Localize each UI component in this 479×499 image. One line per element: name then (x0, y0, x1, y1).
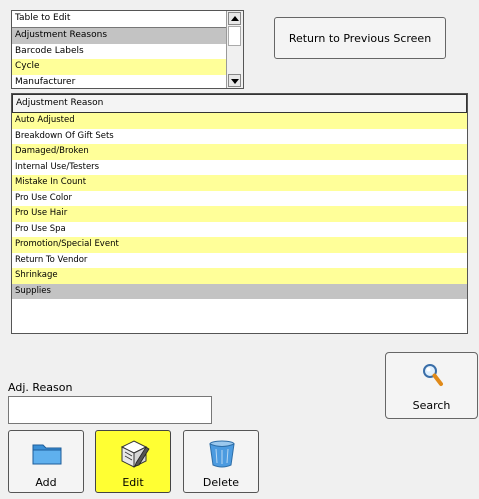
reason-list-header: Adjustment Reason (12, 94, 467, 113)
delete-button-label: Delete (202, 476, 240, 489)
scroll-down-button[interactable] (228, 74, 241, 87)
search-button-label: Search (412, 399, 451, 412)
table-list-header: Table to Edit (12, 11, 243, 28)
table-list-item[interactable]: Manufacturer (12, 74, 231, 88)
add-button-label: Add (35, 476, 57, 489)
scroll-up-button[interactable] (228, 12, 241, 25)
reason-list-item[interactable]: Pro Use Spa (12, 221, 467, 237)
recycle-bin-icon (209, 440, 235, 468)
reason-list-item[interactable]: Mistake In Count (12, 175, 467, 191)
table-list-item[interactable]: Barcode Labels (12, 43, 231, 59)
reason-list-item[interactable]: Shrinkage (12, 268, 467, 284)
reason-list-item[interactable]: Supplies (12, 283, 467, 299)
search-button[interactable]: Search (385, 352, 478, 419)
scroll-thumb[interactable] (228, 26, 241, 46)
delete-button[interactable]: Delete (183, 430, 259, 493)
return-to-previous-screen-button[interactable]: Return to Previous Screen (274, 17, 446, 59)
reason-list-item[interactable]: Breakdown Of Gift Sets (12, 128, 467, 144)
table-to-edit-list[interactable]: Table to Edit Adjustment Reasons Barcode … (11, 10, 244, 89)
edit-button[interactable]: Edit (95, 430, 171, 493)
edit-button-label: Edit (122, 476, 144, 489)
adjustment-reason-list[interactable]: Adjustment Reason Auto Adjusted Breakdown… (11, 93, 468, 334)
edit-icon (120, 440, 150, 468)
reason-list-item[interactable]: Promotion/Special Event (12, 237, 467, 253)
table-list-item[interactable]: Cycle (12, 59, 231, 75)
arrow-down-icon (231, 79, 239, 84)
table-list-item[interactable]: Adjustment Reasons (12, 28, 231, 44)
adj-reason-label: Adj. Reason (8, 381, 73, 394)
reason-list-item[interactable]: Pro Use Color (12, 190, 467, 206)
add-button[interactable]: Add (8, 430, 84, 493)
reason-list-item[interactable]: Auto Adjusted (12, 113, 467, 129)
adj-reason-input[interactable] (8, 396, 212, 424)
magnifier-icon (423, 364, 443, 386)
folder-icon (32, 444, 62, 465)
arrow-up-icon (231, 16, 239, 21)
reason-list-item[interactable]: Damaged/Broken (12, 144, 467, 160)
reason-list-item[interactable]: Internal Use/Testers (12, 159, 467, 175)
reason-list-item[interactable]: Pro Use Hair (12, 206, 467, 222)
reason-list-item[interactable]: Return To Vendor (12, 252, 467, 268)
table-list-scrollbar[interactable] (226, 11, 243, 88)
